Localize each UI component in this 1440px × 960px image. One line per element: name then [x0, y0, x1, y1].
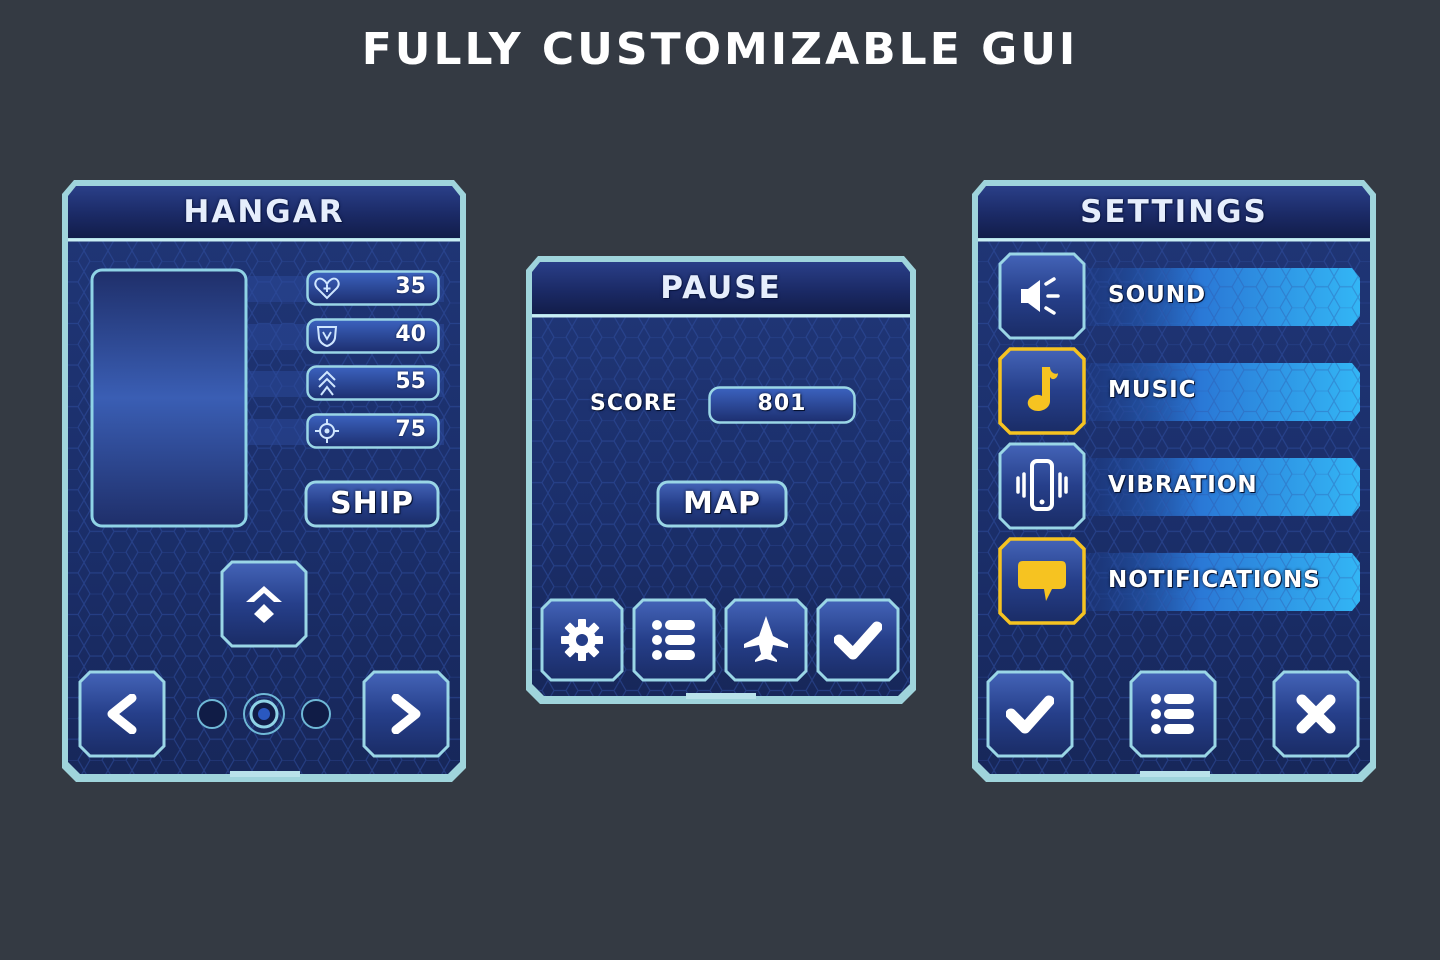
prev-button[interactable] — [78, 670, 166, 758]
music-note-icon — [1027, 367, 1058, 411]
headline: FULLY CUSTOMIZABLE GUI — [361, 24, 1079, 75]
stat-shield: 40 — [306, 318, 440, 354]
vibration-toggle[interactable] — [998, 442, 1086, 530]
ship-button[interactable]: SHIP — [304, 480, 440, 528]
settings-list-button[interactable] — [1129, 670, 1217, 758]
chevron-left-icon — [107, 694, 137, 734]
setting-label: SOUND — [1108, 282, 1207, 308]
ship-button-label: SHIP — [330, 486, 414, 521]
settings-panel: SETTINGS SOUND MUSIC VIBRATION NOTIFICAT… — [970, 178, 1378, 784]
speaker-icon — [1021, 277, 1060, 315]
stat-speed: 55 — [306, 365, 440, 401]
upgrade-button[interactable] — [220, 560, 308, 648]
gear-icon — [561, 619, 603, 661]
music-toggle[interactable] — [998, 347, 1086, 435]
phone-vibrate-icon — [1016, 459, 1068, 511]
confirm-button[interactable] — [816, 598, 900, 682]
setting-row-sound[interactable]: SOUND — [998, 252, 1358, 340]
score-display: 801 — [708, 386, 856, 424]
stat-value: 75 — [395, 417, 426, 442]
shield-icon — [316, 326, 338, 348]
score-value: 801 — [757, 391, 807, 416]
list-icon — [652, 620, 695, 660]
crosshair-icon — [315, 419, 339, 443]
notifications-toggle[interactable] — [998, 537, 1086, 625]
chevron-right-icon — [391, 694, 421, 734]
hangar-panel: HANGAR 35 40 55 75 SHIP — [60, 178, 468, 784]
pause-panel: PAUSE SCORE 801 MAP — [524, 254, 918, 706]
upgrade-icon — [246, 586, 282, 623]
page-dot[interactable] — [301, 699, 331, 729]
check-icon — [834, 621, 882, 660]
stat-accuracy: 75 — [306, 413, 440, 449]
setting-label: NOTIFICATIONS — [1108, 567, 1321, 593]
hangar-title: HANGAR — [183, 194, 345, 230]
pause-title: PAUSE — [660, 270, 782, 306]
setting-label: VIBRATION — [1108, 472, 1258, 498]
jet-button[interactable] — [724, 598, 808, 682]
list-icon — [1151, 694, 1194, 734]
list-button[interactable] — [632, 598, 716, 682]
page-dots — [197, 693, 331, 735]
check-icon — [1006, 695, 1054, 734]
stat-value: 35 — [395, 274, 426, 299]
settings-title: SETTINGS — [1080, 194, 1268, 230]
setting-label: MUSIC — [1108, 377, 1197, 403]
stat-value: 55 — [395, 369, 426, 394]
chat-bubble-icon — [1018, 561, 1066, 601]
next-button[interactable] — [362, 670, 450, 758]
close-icon — [1296, 694, 1336, 734]
map-button-label: MAP — [682, 486, 762, 521]
stat-value: 40 — [395, 322, 426, 347]
sound-toggle[interactable] — [998, 252, 1086, 340]
setting-row-music[interactable]: MUSIC — [998, 347, 1358, 435]
score-label: SCORE — [590, 391, 678, 416]
setting-row-notifications[interactable]: NOTIFICATIONS — [998, 537, 1358, 625]
map-button[interactable]: MAP — [656, 480, 788, 528]
settings-close-button[interactable] — [1272, 670, 1360, 758]
settings-confirm-button[interactable] — [986, 670, 1074, 758]
jet-icon — [744, 616, 788, 662]
settings-button[interactable] — [540, 598, 624, 682]
heart-icon — [314, 277, 340, 300]
speed-arrows-icon — [318, 370, 336, 396]
ship-preview — [90, 268, 248, 528]
page-dot[interactable] — [197, 699, 227, 729]
stat-health: 35 — [306, 270, 440, 306]
setting-row-vibration[interactable]: VIBRATION — [998, 442, 1358, 530]
